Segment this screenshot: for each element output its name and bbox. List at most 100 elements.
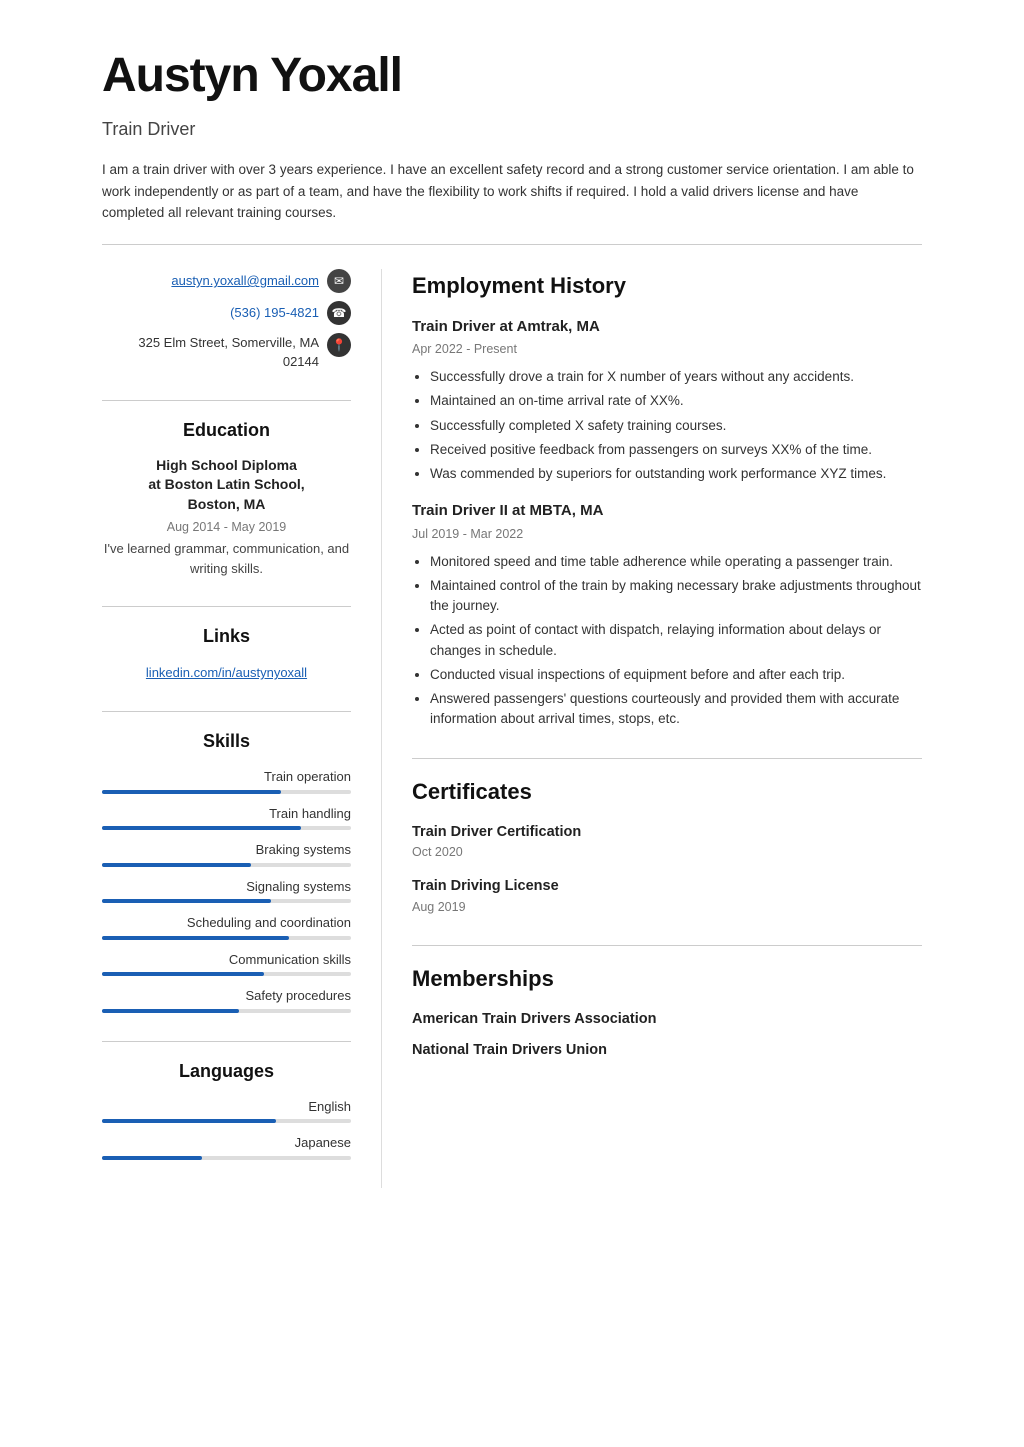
skill-item: Communication skills (102, 950, 351, 977)
job-bullet: Monitored speed and time table adherence… (430, 552, 922, 572)
language-bar-fill (102, 1156, 202, 1160)
skill-bar-fill (102, 972, 264, 976)
skill-bar-bg (102, 972, 351, 976)
full-name: Austyn Yoxall (102, 40, 922, 112)
summary-text: I am a train driver with over 3 years ex… (102, 159, 922, 245)
job-bullet: Maintained an on-time arrival rate of XX… (430, 391, 922, 411)
job-bullet: Conducted visual inspections of equipmen… (430, 665, 922, 685)
education-item: High School Diplomaat Boston Latin Schoo… (102, 456, 351, 579)
language-bar-bg (102, 1156, 351, 1160)
skill-label: Train operation (102, 767, 351, 787)
skill-bar-fill (102, 899, 271, 903)
skill-bar-bg (102, 1009, 351, 1013)
divider-1 (102, 400, 351, 401)
education-section-title: Education (102, 417, 351, 444)
job-bullet: Acted as point of contact with dispatch,… (430, 620, 922, 661)
location-icon: 📍 (327, 333, 351, 357)
edu-dates: Aug 2014 - May 2019 (102, 518, 351, 537)
skill-item: Train handling (102, 804, 351, 831)
certificate-date: Oct 2020 (412, 843, 922, 862)
skill-bar-bg (102, 790, 351, 794)
linkedin-link[interactable]: linkedin.com/in/austynyoxall (146, 665, 307, 680)
memberships-section: Memberships American Train Drivers Assoc… (412, 962, 922, 1063)
language-bar-fill (102, 1119, 276, 1123)
employment-section: Employment History Train Driver at Amtra… (412, 269, 922, 730)
skill-label: Braking systems (102, 840, 351, 860)
email-item: austyn.yoxall@gmail.com ✉ (102, 269, 351, 293)
certificate-date: Aug 2019 (412, 898, 922, 917)
edu-description: I've learned grammar, communication, and… (102, 539, 351, 578)
job-item: Train Driver II at MBTA, MA Jul 2019 - M… (412, 500, 922, 729)
skills-section: Skills Train operation Train handling Br… (102, 728, 351, 1013)
skill-item: Safety procedures (102, 986, 351, 1013)
divider-3 (102, 711, 351, 712)
skill-bar-fill (102, 790, 281, 794)
job-bullet: Successfully completed X safety training… (430, 416, 922, 436)
skills-section-title: Skills (102, 728, 351, 755)
skill-item: Scheduling and coordination (102, 913, 351, 940)
membership-item: National Train Drivers Union (412, 1040, 922, 1062)
membership-name: National Train Drivers Union (412, 1040, 922, 1062)
skill-bar-bg (102, 899, 351, 903)
divider-2 (102, 606, 351, 607)
certificates-section: Certificates Train Driver Certification … (412, 775, 922, 917)
skill-label: Safety procedures (102, 986, 351, 1006)
certificate-name: Train Driver Certification (412, 822, 922, 844)
edu-degree: High School Diplomaat Boston Latin Schoo… (102, 456, 351, 515)
language-item: English (102, 1097, 351, 1124)
certificate-name: Train Driving License (412, 876, 922, 898)
skill-bar-bg (102, 863, 351, 867)
membership-name: American Train Drivers Association (412, 1009, 922, 1031)
languages-section: Languages English Japanese (102, 1058, 351, 1160)
job-title: Train Driver II at MBTA, MA (412, 500, 922, 523)
job-bullet: Maintained control of the train by makin… (430, 576, 922, 617)
job-title: Train Driver (102, 116, 922, 143)
skill-item: Signaling systems (102, 877, 351, 904)
skill-label: Train handling (102, 804, 351, 824)
left-column: austyn.yoxall@gmail.com ✉ (536) 195-4821… (102, 269, 382, 1188)
address-text: 325 Elm Street, Somerville, MA 02144 (138, 333, 319, 372)
language-label: Japanese (102, 1133, 351, 1153)
languages-section-title: Languages (102, 1058, 351, 1085)
skill-bar-fill (102, 863, 251, 867)
certificates-section-title: Certificates (412, 775, 922, 808)
contact-section: austyn.yoxall@gmail.com ✉ (536) 195-4821… (102, 269, 351, 372)
language-bar-bg (102, 1119, 351, 1123)
skill-label: Scheduling and coordination (102, 913, 351, 933)
phone-icon: ☎ (327, 301, 351, 325)
job-bullet: Received positive feedback from passenge… (430, 440, 922, 460)
phone-text: (536) 195-4821 (230, 303, 319, 323)
job-bullet: Successfully drove a train for X number … (430, 367, 922, 387)
skill-bar-bg (102, 936, 351, 940)
divider-5 (412, 758, 922, 759)
divider-4 (102, 1041, 351, 1042)
links-section-title: Links (102, 623, 351, 650)
links-section: Links linkedin.com/in/austynyoxall (102, 623, 351, 683)
skill-bar-fill (102, 826, 301, 830)
skill-bar-bg (102, 826, 351, 830)
skill-item: Train operation (102, 767, 351, 794)
address-item: 325 Elm Street, Somerville, MA 02144 📍 (102, 333, 351, 372)
employment-section-title: Employment History (412, 269, 922, 302)
certificate-item: Train Driver Certification Oct 2020 (412, 822, 922, 863)
email-icon: ✉ (327, 269, 351, 293)
language-item: Japanese (102, 1133, 351, 1160)
job-bullet: Answered passengers' questions courteous… (430, 689, 922, 730)
right-column: Employment History Train Driver at Amtra… (382, 269, 922, 1188)
memberships-section-title: Memberships (412, 962, 922, 995)
job-dates: Jul 2019 - Mar 2022 (412, 525, 922, 544)
certificate-item: Train Driving License Aug 2019 (412, 876, 922, 917)
email-link[interactable]: austyn.yoxall@gmail.com (171, 271, 319, 291)
phone-item: (536) 195-4821 ☎ (102, 301, 351, 325)
skill-item: Braking systems (102, 840, 351, 867)
membership-item: American Train Drivers Association (412, 1009, 922, 1031)
language-label: English (102, 1097, 351, 1117)
skill-bar-fill (102, 936, 289, 940)
skill-label: Signaling systems (102, 877, 351, 897)
education-section: Education High School Diplomaat Boston L… (102, 417, 351, 579)
job-bullets-list: Monitored speed and time table adherence… (412, 552, 922, 730)
job-bullets-list: Successfully drove a train for X number … (412, 367, 922, 484)
job-bullet: Was commended by superiors for outstandi… (430, 464, 922, 484)
divider-6 (412, 945, 922, 946)
job-item: Train Driver at Amtrak, MA Apr 2022 - Pr… (412, 316, 922, 485)
